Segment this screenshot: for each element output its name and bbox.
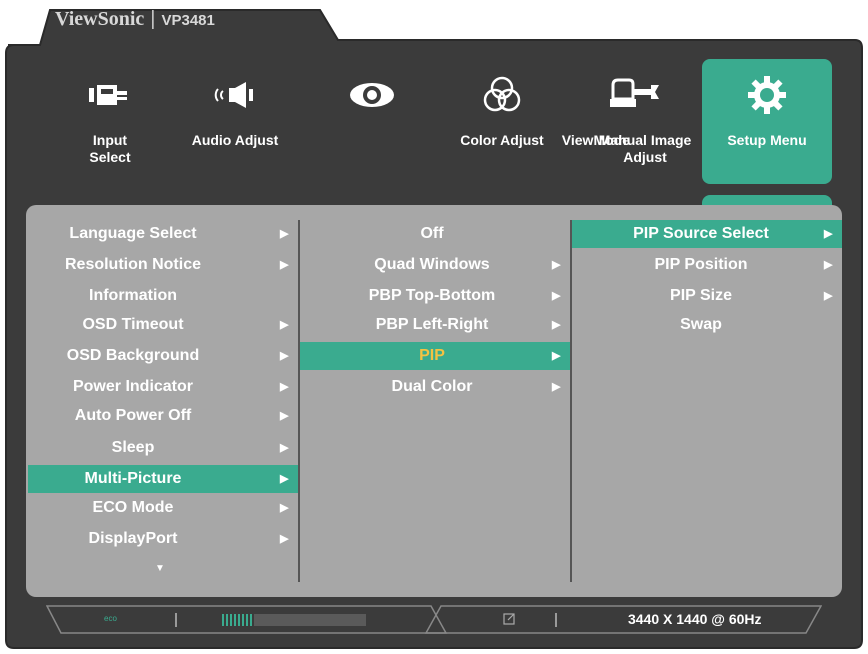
status-bar: eco 3440 X 1440 @ 60Hz — [46, 605, 822, 634]
menu-item-label: Resolution Notice — [64, 256, 201, 273]
menu-item-eco-mode[interactable]: ECO Mode ▶ — [28, 494, 298, 522]
tab-label-color-adjust: Color Adjust — [460, 132, 544, 148]
arrow-right-icon: ▶ — [280, 442, 289, 454]
tab-manual-image-adjust[interactable]: ViewMode Manual Image Adjust — [562, 75, 691, 175]
menu-item-power-indicator[interactable]: Power Indicator ▶ — [28, 373, 298, 401]
arrow-right-icon: ▶ — [824, 259, 833, 271]
gear-icon — [737, 75, 797, 115]
brand-name: ViewSonic — [55, 8, 145, 30]
menu-item-pip-position[interactable]: PIP Position ▶ — [572, 251, 842, 279]
arrow-right-icon: ▶ — [280, 502, 289, 514]
menu-item-label: Swap — [680, 316, 722, 333]
arrow-right-icon: ▶ — [280, 381, 289, 393]
arrow-right-icon: ▶ — [552, 259, 561, 271]
model-name: VP3481 — [161, 12, 215, 29]
menu-item-dual-color[interactable]: Dual Color ▶ — [300, 373, 570, 401]
menu-item-label: Quad Windows — [374, 256, 490, 273]
tab-audio-adjust[interactable]: Audio Adjust — [192, 75, 278, 175]
menu-item-label: Information — [89, 287, 177, 304]
menu-item-multi-picture[interactable]: Multi-Picture ▶ — [28, 465, 298, 493]
arrow-right-icon: ▶ — [552, 350, 561, 362]
menu-item-sleep[interactable]: Sleep ▶ — [28, 434, 298, 462]
menu-item-label: Dual Color — [391, 378, 473, 395]
arrow-right-icon: ▶ — [824, 228, 833, 240]
menu-item-language-select[interactable]: Language Select ▶ — [28, 220, 298, 248]
menu-item-pip-source-select[interactable]: PIP Source Select ▶ — [572, 220, 842, 248]
menu-item-pbp-top-bottom[interactable]: PBP Top-Bottom ▶ — [300, 282, 570, 310]
menu-item-pip-size[interactable]: PIP Size ▶ — [572, 282, 842, 310]
menu-item-label: PBP Top-Bottom — [368, 287, 496, 304]
tab-color-adjust[interactable]: Color Adjust — [460, 75, 544, 175]
eye-icon — [342, 75, 402, 115]
menu-item-pbp-left-right[interactable]: PBP Left-Right ▶ — [300, 311, 570, 339]
brand-separator: | — [150, 8, 156, 30]
hand-wrench-icon — [605, 75, 665, 115]
menu-item-displayport[interactable]: DisplayPort ▶ — [28, 525, 298, 553]
arrow-right-icon: ▶ — [552, 381, 561, 393]
arrow-right-icon: ▶ — [280, 319, 289, 331]
tab-label-manual-image-adjust: Manual Image Adjust — [598, 132, 692, 165]
tab-label-input-select: Input Select — [89, 132, 131, 165]
menu-item-label: Auto Power Off — [74, 407, 192, 424]
menu-item-label: PBP Left-Right — [375, 316, 489, 333]
arrow-right-icon: ▶ — [280, 228, 289, 240]
menu-item-label: Sleep — [111, 439, 155, 456]
tab-label-audio-adjust: Audio Adjust — [191, 132, 279, 148]
menu-item-label: Language Select — [69, 225, 197, 242]
arrow-right-icon: ▶ — [280, 350, 289, 362]
arrow-right-icon: ▶ — [280, 259, 289, 271]
menu-item-osd-background[interactable]: OSD Background ▶ — [28, 342, 298, 370]
menu-item-label: PIP Size — [670, 287, 732, 304]
menu-item-swap[interactable]: Swap — [572, 311, 842, 339]
color-circles-icon — [472, 75, 532, 115]
input-select-icon — [80, 75, 140, 115]
brand-header: ViewSonic | VP3481 — [55, 8, 215, 31]
menu-item-off[interactable]: Off — [300, 220, 570, 248]
arrow-right-icon: ▶ — [824, 290, 833, 302]
menu-item-quad-windows[interactable]: Quad Windows ▶ — [300, 251, 570, 279]
menu-item-label: PIP Source Select — [633, 225, 769, 242]
menu-item-pip[interactable]: PIP ▶ — [300, 342, 570, 370]
menu-item-label: Multi-Picture — [84, 470, 182, 487]
menu-item-label: OSD Background — [66, 347, 200, 364]
menu-item-label: PIP — [419, 347, 445, 364]
tab-setup-menu[interactable]: Setup Menu — [727, 75, 807, 175]
menu-item-auto-power-off[interactable]: Auto Power Off ▶ — [28, 402, 298, 430]
arrow-right-icon: ▶ — [280, 473, 289, 485]
speaker-icon — [205, 75, 265, 115]
resolution-readout: 3440 X 1440 @ 60Hz — [628, 611, 762, 627]
menu-item-label: ECO Mode — [92, 499, 174, 516]
arrow-right-icon: ▶ — [552, 290, 561, 302]
menu-item-information[interactable]: Information — [28, 282, 298, 310]
menu-item-osd-timeout[interactable]: OSD Timeout ▶ — [28, 311, 298, 339]
menu-item-label: Off — [420, 225, 444, 242]
menu-item-label: PIP Position — [654, 256, 748, 273]
eco-icon: eco — [104, 614, 117, 623]
menu-item-label: DisplayPort — [88, 530, 178, 547]
menu-item-resolution-notice[interactable]: Resolution Notice ▶ — [28, 251, 298, 279]
scroll-down-icon[interactable]: ▼ — [155, 563, 165, 574]
arrow-right-icon: ▶ — [552, 319, 561, 331]
menu-item-label: Power Indicator — [72, 378, 194, 395]
arrow-right-icon: ▶ — [280, 533, 289, 545]
tab-eye-view[interactable] — [342, 75, 402, 175]
tab-label-setup-menu: Setup Menu — [727, 132, 807, 148]
tab-input-select[interactable]: Input Select — [80, 75, 140, 175]
menu-item-label: OSD Timeout — [82, 316, 184, 333]
arrow-right-icon: ▶ — [280, 410, 289, 422]
